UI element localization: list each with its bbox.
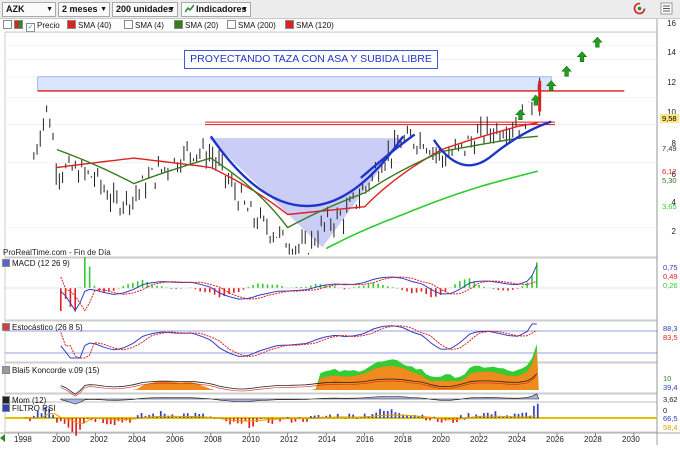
last-price-label: 9,58 [660, 114, 679, 123]
y-tick: 16 [667, 19, 676, 28]
x-tick: 2008 [204, 435, 222, 444]
koncorde-label: 10 [663, 374, 672, 383]
projection-arrow [515, 109, 526, 121]
y-tick: 12 [667, 78, 676, 87]
price-label: 6,12 [662, 167, 677, 176]
panel-title-stoch[interactable]: Estocástico (26 8 5) [2, 323, 83, 333]
price-label: 3,65 [662, 202, 677, 211]
chart-annotation[interactable]: PROYECTANDO TAZA CON ASA Y SUBIDA LIBRE [184, 50, 438, 69]
x-tick: 2002 [90, 435, 108, 444]
panel-title-rsi[interactable]: FILTRO RSI [2, 404, 55, 414]
x-tick: 2014 [318, 435, 336, 444]
koncorde-orange-area [60, 349, 539, 390]
stoch-panel [4, 320, 658, 363]
price-label: 7,49 [662, 144, 677, 153]
koncorde-label: 39,4 [663, 383, 678, 392]
projection-arrow [592, 36, 603, 48]
x-tick: 2000 [52, 435, 70, 444]
panel-title-koncorde[interactable]: Blai5 Koncorde v.09 (15) [2, 366, 99, 376]
resistance-zone [37, 76, 552, 92]
panel-title-macd[interactable]: MACD (12 26 9) [2, 259, 70, 269]
last-candle [538, 80, 542, 112]
x-tick: 2024 [508, 435, 526, 444]
stoch-label: 88,3 [663, 324, 678, 333]
macd-panel [4, 257, 658, 321]
y-tick: 14 [667, 48, 676, 57]
stoch-label: 83,5 [663, 333, 678, 342]
projection-arrow [576, 51, 588, 63]
scroll-left-icon [0, 434, 5, 442]
macd-label: 0,75 [663, 263, 678, 272]
x-tick: 2004 [128, 435, 146, 444]
x-tick: 2022 [470, 435, 488, 444]
momentum-area [60, 393, 540, 405]
x-tick: 1998 [14, 435, 32, 444]
projection-arrow [561, 65, 572, 77]
rsi-label: 66,5 [663, 414, 678, 423]
x-tick: 2006 [166, 435, 184, 444]
x-tick: 2016 [356, 435, 374, 444]
x-tick: 2020 [432, 435, 450, 444]
macd-label: 0,49 [663, 272, 678, 281]
price-label: 5,30 [662, 176, 677, 185]
x-tick: 2028 [584, 435, 602, 444]
cup-shading [208, 138, 404, 248]
x-tick: 2012 [280, 435, 298, 444]
x-tick: 2018 [394, 435, 412, 444]
chart-canvas[interactable] [0, 0, 680, 473]
rsi-label: 58,4 [663, 423, 678, 432]
source-text: ProRealTime.com - Fin de Día [3, 248, 111, 257]
handle-arc [432, 120, 552, 167]
mom-label: 3,62 [663, 395, 678, 404]
macd-label: 0,26 [663, 281, 678, 290]
x-tick: 2010 [242, 435, 260, 444]
x-tick: 2026 [546, 435, 564, 444]
y-tick: 2 [671, 227, 676, 236]
x-tick: 2030 [622, 435, 640, 444]
